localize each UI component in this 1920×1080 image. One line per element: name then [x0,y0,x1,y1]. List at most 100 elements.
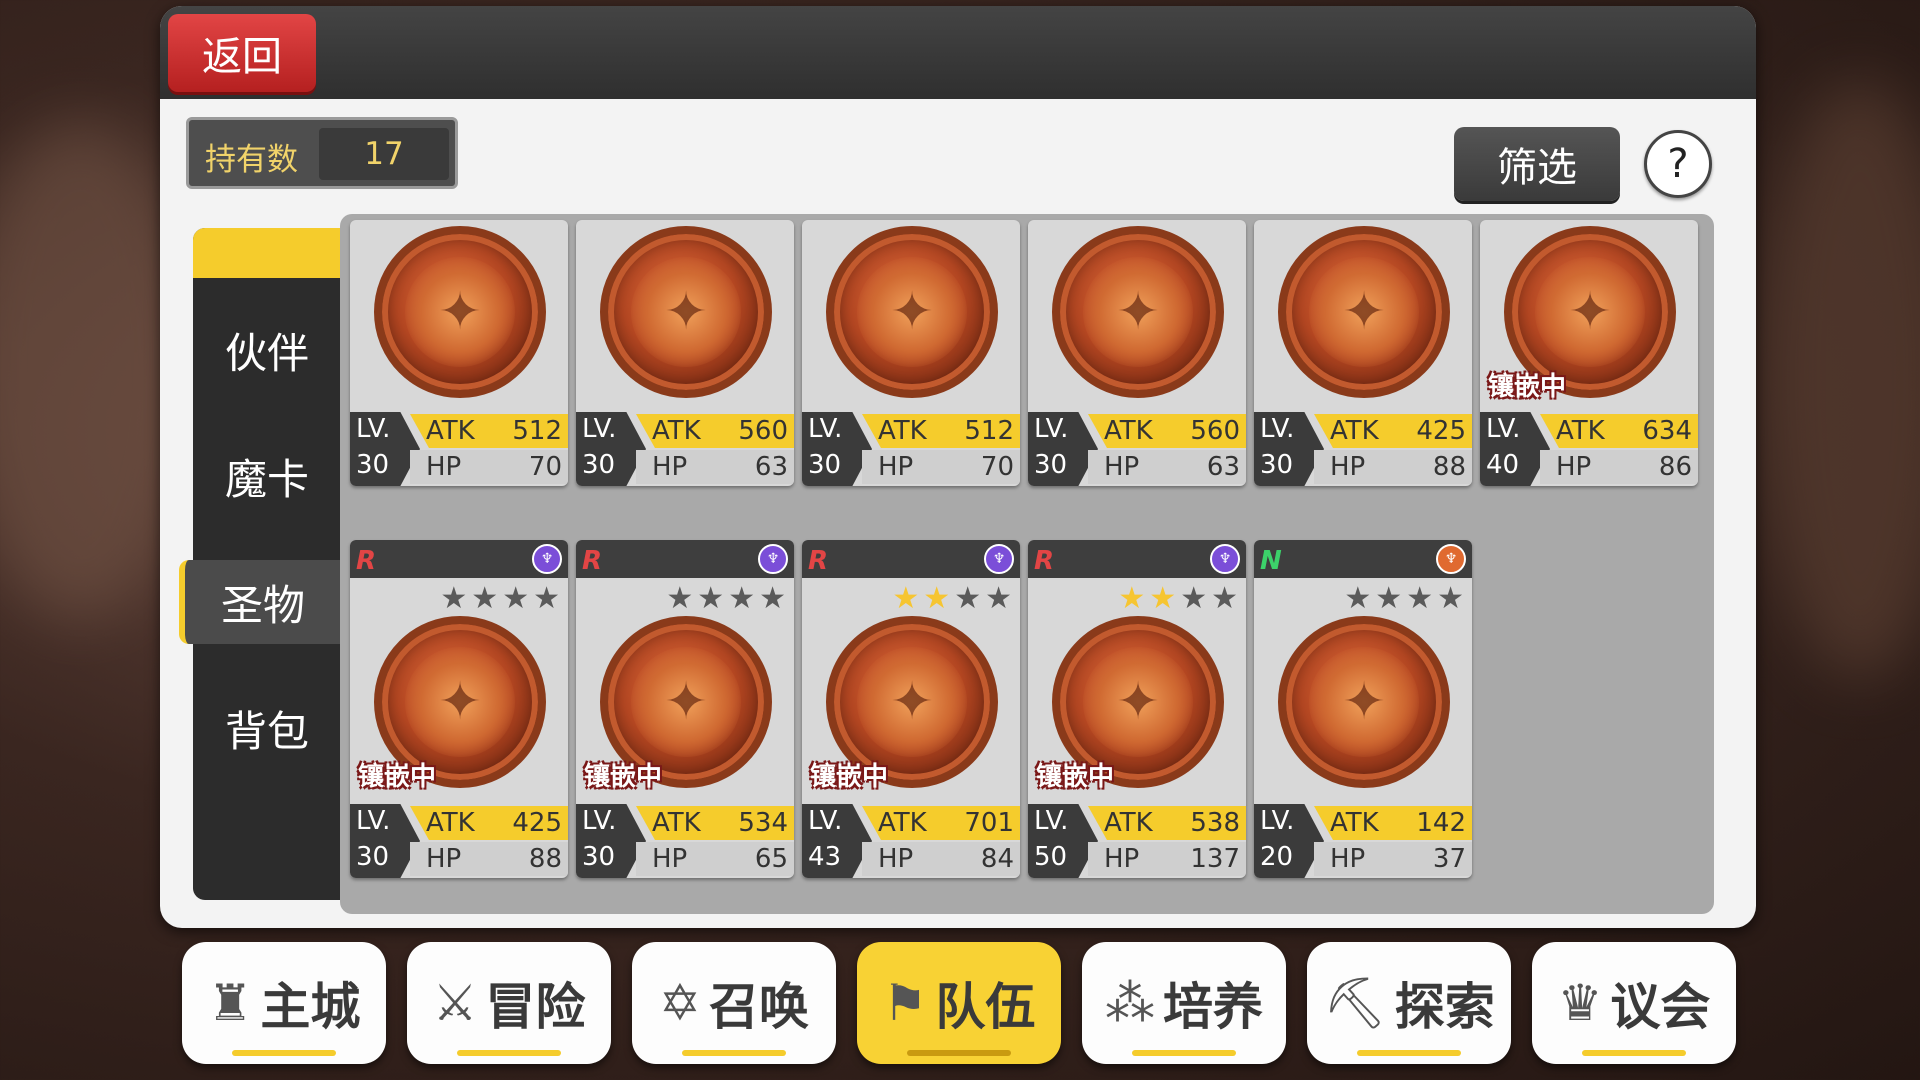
filter-button[interactable]: 筛选 [1454,127,1620,201]
level-value: 30 [808,450,842,480]
relic-card[interactable]: R ♆ ★ ★ ★ ★ ✦ 镶嵌中 LV. 43 ATK 701 HP 84 [802,540,1020,878]
rarity-badge: N [1260,546,1282,576]
tab-backpack[interactable]: 背包 [193,686,341,770]
atk-value: 512 [512,416,562,446]
holdings-label: 持有数 [205,142,298,178]
level-label: LV. [582,414,617,444]
team-flag-icon: ⚑ [882,974,928,1032]
card-header: R ♆ [802,540,1020,578]
side-tabs-accent [193,228,341,278]
star-icon: ★ [1211,581,1238,616]
star-rating: ★ ★ ★ ★ [1344,584,1464,614]
rarity-badge: R [582,546,603,576]
hp-value: 86 [1658,452,1692,482]
atk-value: 701 [964,808,1014,838]
tab-partners[interactable]: 伙伴 [193,308,341,392]
star-icon: ★ [1406,581,1434,616]
holdings-value: 17 [319,128,449,180]
relic-stats: LV. 43 ATK 701 HP 84 [802,804,1020,878]
hp-label: HP [878,844,914,874]
relic-card[interactable]: R ♆ ★ ★ ★ ★ ✦ 镶嵌中 LV. 30 ATK 534 HP 65 [576,540,794,878]
nav-label: 培养 [1163,978,1263,1036]
nav-button-2[interactable]: ✡ 召唤 [632,942,836,1064]
atk-value: 425 [1416,416,1466,446]
star-rating: ★ ★ ★ ★ [440,584,560,614]
level-value: 40 [1486,450,1520,480]
nav-button-3[interactable]: ⚑ 队伍 [857,942,1061,1064]
relic-card[interactable]: ✦ LV. 30 ATK 512 HP 70 [350,220,568,486]
atk-value: 560 [1190,416,1240,446]
atk-label: ATK [878,416,927,446]
star-icon: ★ [1437,581,1464,616]
card-header: R ♆ [350,540,568,578]
atk-value: 512 [964,416,1014,446]
atk-value: 634 [1642,416,1692,446]
atk-label: ATK [652,808,701,838]
rarity-badge: R [808,546,829,576]
relic-medal-icon: ✦ [600,226,772,398]
level-value: 30 [356,450,390,480]
level-value: 30 [582,450,616,480]
relic-card[interactable]: ✦ LV. 30 ATK 512 HP 70 [802,220,1020,486]
element-icon: ♆ [532,544,562,574]
relic-card[interactable]: ✦ LV. 30 ATK 560 HP 63 [1028,220,1246,486]
hp-value: 37 [1432,844,1466,874]
nav-button-1[interactable]: ⚔ 冒险 [407,942,611,1064]
holdings-counter: 持有数 17 [186,117,458,189]
level-label: LV. [582,806,617,836]
element-icon: ♆ [758,544,788,574]
side-tabs: 伙伴 魔卡 圣物 背包 [179,228,341,900]
atk-label: ATK [1330,416,1379,446]
star-icon: ★ [892,581,920,616]
relic-stats: LV. 30 ATK 425 HP 88 [350,804,568,878]
star-icon: ★ [440,581,468,616]
level-value: 50 [1034,842,1068,872]
atk-row: ATK 701 [862,806,1020,840]
nav-button-4[interactable]: ⁂ 培养 [1082,942,1286,1064]
atk-value: 142 [1416,808,1466,838]
relic-card[interactable]: ✦ LV. 30 ATK 560 HP 63 [576,220,794,486]
inlaid-badge: 镶嵌中 [1036,762,1115,792]
top-bar: 返回 [160,6,1756,99]
card-header: R ♆ [576,540,794,578]
nav-button-5[interactable]: ⛏ 探索 [1307,942,1511,1064]
hp-value: 63 [1206,452,1240,482]
hp-label: HP [652,844,688,874]
relic-card[interactable]: ✦ 镶嵌中 LV. 40 ATK 634 HP 86 [1480,220,1698,486]
level-value: 30 [582,842,616,872]
atk-row: ATK 534 [636,806,794,840]
help-button[interactable]: ? [1644,130,1712,198]
relic-card[interactable]: R ♆ ★ ★ ★ ★ ✦ 镶嵌中 LV. 30 ATK 425 HP 88 [350,540,568,878]
explore-icon: ⛏ [1323,973,1387,1032]
tab-relics[interactable]: 圣物 [179,560,341,644]
hp-label: HP [1104,844,1140,874]
star-icon: ★ [954,581,982,616]
relic-medal-icon: ✦ [1278,616,1450,788]
relic-card[interactable]: ✦ LV. 30 ATK 425 HP 88 [1254,220,1472,486]
atk-row: ATK 512 [862,414,1020,448]
hp-value: 70 [528,452,562,482]
relic-grid: ✦ LV. 30 ATK 512 HP 70 ✦ LV. 30 ATK 560 … [340,214,1714,914]
relic-card[interactable]: N ♆ ★ ★ ★ ★ ✦ LV. 20 ATK 142 HP 37 [1254,540,1472,878]
hexagram-icon: ✡ [659,974,701,1032]
back-button[interactable]: 返回 [168,14,316,92]
nav-button-6[interactable]: ♛ 议会 [1532,942,1736,1064]
atk-row: ATK 560 [636,414,794,448]
tab-magic-cards[interactable]: 魔卡 [193,434,341,518]
hp-row: HP 63 [636,450,794,484]
relic-medal-icon: ✦ [1052,226,1224,398]
hp-row: HP 84 [862,842,1020,876]
relic-stats: LV. 30 ATK 560 HP 63 [1028,412,1246,486]
rarity-badge: R [356,546,377,576]
nav-button-0[interactable]: ♜ 主城 [182,942,386,1064]
hp-value: 88 [1432,452,1466,482]
element-icon: ♆ [984,544,1014,574]
atk-row: ATK 425 [1314,414,1472,448]
relic-card[interactable]: R ♆ ★ ★ ★ ★ ✦ 镶嵌中 LV. 50 ATK 538 HP 137 [1028,540,1246,878]
relic-stats: LV. 30 ATK 534 HP 65 [576,804,794,878]
relic-medal-icon: ✦ [1278,226,1450,398]
star-icon: ★ [666,581,694,616]
level-label: LV. [808,806,843,836]
atk-row: ATK 634 [1540,414,1698,448]
relic-medal-icon: ✦ [826,226,998,398]
